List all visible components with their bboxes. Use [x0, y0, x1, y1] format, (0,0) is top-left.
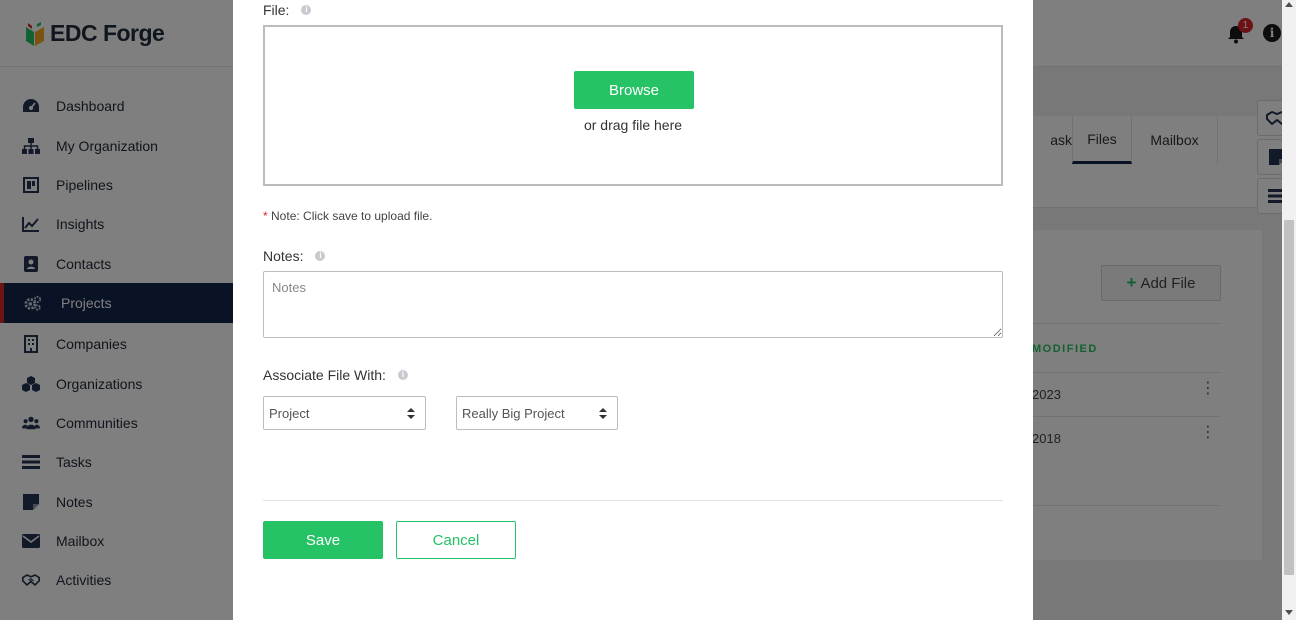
associate-field-label: Associate File With: i	[263, 367, 408, 383]
file-dropzone[interactable]: Browse or drag file here	[263, 25, 1003, 186]
associate-type-select[interactable]: Project	[263, 396, 426, 430]
notes-label-text: Notes:	[263, 248, 304, 264]
file-label-text: File:	[263, 2, 290, 18]
upload-note-text: Note: Click save to upload file.	[271, 209, 433, 223]
upload-note: * Note: Click save to upload file.	[263, 209, 432, 223]
scroll-down-arrow-icon[interactable]	[1285, 610, 1293, 615]
sort-arrows-icon	[599, 408, 607, 419]
associate-type-value: Project	[269, 405, 310, 421]
scroll-up-arrow-icon[interactable]	[1285, 2, 1293, 7]
modal-divider	[263, 500, 1003, 501]
browse-button[interactable]: Browse	[574, 71, 694, 109]
save-button[interactable]: Save	[263, 521, 383, 559]
info-tooltip-icon[interactable]: i	[397, 370, 408, 380]
associate-label-text: Associate File With:	[263, 367, 386, 383]
required-mark: *	[263, 209, 268, 223]
info-tooltip-icon[interactable]: i	[301, 5, 312, 15]
sort-arrows-icon	[407, 408, 415, 419]
notes-field-label: Notes: i	[263, 248, 326, 264]
scrollbar-thumb[interactable]	[1284, 220, 1294, 575]
associate-target-select[interactable]: Really Big Project	[456, 396, 618, 430]
notes-textarea[interactable]	[263, 271, 1003, 338]
file-field-label: File: i	[263, 2, 312, 18]
associate-target-value: Really Big Project	[462, 405, 565, 421]
cancel-button[interactable]: Cancel	[396, 521, 516, 559]
drag-file-hint: or drag file here	[583, 117, 683, 133]
info-tooltip-icon[interactable]: i	[315, 251, 326, 261]
upload-file-modal: File: i Browse or drag file here * Note:…	[233, 0, 1033, 620]
